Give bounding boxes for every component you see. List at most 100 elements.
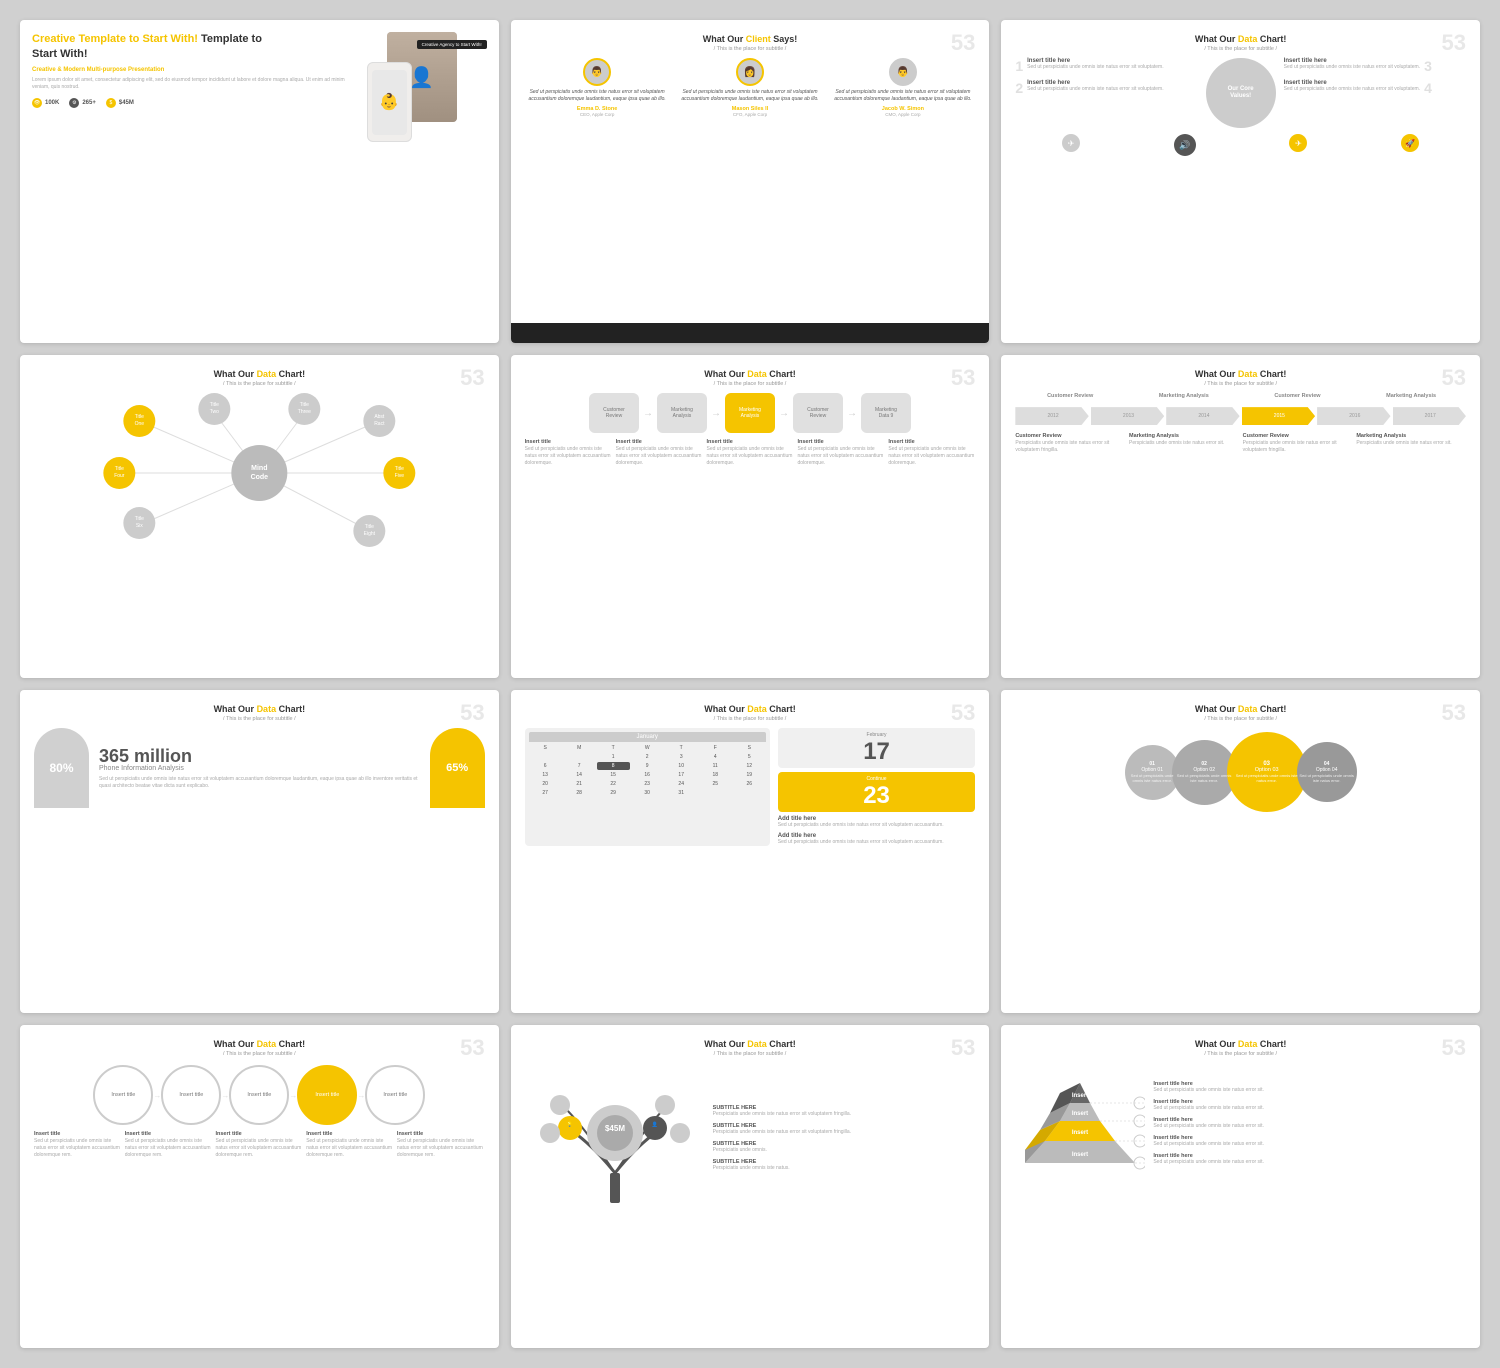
cta-button[interactable]: Creative Agency to Start With!: [417, 40, 487, 49]
value-2-text: Insert title here Sed ut perspiciatis un…: [1027, 80, 1163, 93]
slide-process: 53 What Our Data Chart! / This is the pl…: [511, 355, 990, 678]
conn-arr-4: →: [357, 1091, 365, 1100]
slide-title: What Our Client Says!: [525, 34, 976, 44]
add-b1: Sed ut perspiciatis unde omnis iste natu…: [778, 822, 976, 829]
py-body-3: Sed ut perspiciatis unde omnis iste natu…: [1153, 1123, 1466, 1130]
stat-value-2: 265+: [82, 100, 96, 106]
tl-label-3: Customer Review: [1243, 393, 1353, 399]
pyramid-svg: Insert Insert Insert Insert: [1015, 1063, 1145, 1183]
cd-1: Insert title Sed ut perspiciatis unde om…: [34, 1131, 122, 1159]
val-body-2: Sed ut perspiciatis unde omnis iste natu…: [1027, 86, 1163, 93]
slide-subtitle-10: / This is the place for subtitle /: [34, 1051, 485, 1057]
svg-text:Two: Two: [210, 409, 219, 415]
py-body-5: Sed ut perspiciatis unde omnis iste natu…: [1153, 1159, 1466, 1166]
tn-desc-3: Perspiciatis unde omnis.: [713, 1147, 976, 1154]
right-values: Insert title here Sed ut perspiciatis un…: [1284, 58, 1466, 128]
opt-03-desc: Sed ut perspiciatis unde omnis iste natu…: [1227, 773, 1307, 783]
d-3: 3: [665, 753, 698, 761]
value-1-text: Insert title here Sed ut perspiciatis un…: [1027, 58, 1163, 71]
tree-node-1: SUBTITLE HERE Perspiciatis unde omnis is…: [713, 1105, 976, 1118]
slide-creative-template: Creative Template to Start With! Templat…: [20, 20, 499, 343]
svg-text:Six: Six: [136, 523, 143, 529]
svg-text:Three: Three: [298, 409, 311, 415]
bt-4: Marketing Analysis Perspiciatis unde omn…: [1356, 433, 1466, 454]
slide-title-6: What Our Data Chart!: [1015, 369, 1466, 379]
conn-c-2: Insert title: [161, 1065, 221, 1125]
slide-options: 53 What Our Data Chart! / This is the pl…: [1001, 690, 1480, 1013]
circle-descriptions: Insert title Sed ut perspiciatis unde om…: [34, 1131, 485, 1159]
day-t1: T: [597, 744, 630, 752]
slide-number-10: 53: [460, 1035, 484, 1061]
cal-grid: S M T W T F S 1 2 3 4 5 6 7 8: [529, 744, 766, 797]
proc-4: CustomerReview: [793, 393, 843, 433]
slide-main-title: Creative Template to Start With! Templat…: [32, 32, 349, 63]
bt-3: Customer Review Perspiciatis unde omnis …: [1243, 433, 1353, 454]
d-7: 7: [563, 762, 596, 770]
proc-3: MarketingAnalysis: [725, 393, 775, 433]
testimonial-1: 👨 Sed ut perspiciatis unde omnis iste na…: [525, 58, 670, 117]
d-5: 5: [733, 753, 766, 761]
svg-text:Title: Title: [210, 402, 219, 408]
slide-calendar: 53 What Our Data Chart! / This is the pl…: [511, 690, 990, 1013]
stat-2: ⚙ 265+: [69, 98, 96, 108]
pct-1: 80%: [49, 761, 73, 775]
slide-title-7: What Our Data Chart!: [34, 704, 485, 714]
stat-value-1: 100K: [45, 100, 59, 106]
slide-title-5: What Our Data Chart!: [525, 369, 976, 379]
cd-2: Insert title Sed ut perspiciatis unde om…: [125, 1131, 213, 1159]
svg-text:👤: 👤: [652, 1121, 658, 1128]
quote-3: Sed ut perspiciatis unde omnis iste natu…: [830, 89, 975, 103]
slide-subtitle-5: / This is the place for subtitle /: [525, 381, 976, 387]
slide-subtitle-7: / This is the place for subtitle /: [34, 716, 485, 722]
tree-layout: $45M 💡 👤 SUBTITLE HERE Perspiciatis unde…: [525, 1063, 976, 1213]
stat-3: $ $45M: [106, 98, 134, 108]
tl-label-1: Customer Review: [1015, 393, 1125, 399]
cd-title-2: Insert title: [125, 1131, 213, 1137]
proc-desc-4: Insert title Sed ut perspiciatis unde om…: [797, 439, 884, 467]
val-body-3: Sed ut perspiciatis unde omnis iste natu…: [1284, 64, 1420, 71]
pd-title-5: Insert title: [888, 439, 975, 445]
proc-arrow-4: →: [847, 408, 857, 419]
slide-mind-map: 53 What Our Data Chart! / This is the pl…: [20, 355, 499, 678]
proc-desc-1: Insert title Sed ut perspiciatis unde om…: [525, 439, 612, 467]
bt-title-3: Customer Review: [1243, 433, 1353, 439]
d-8-highlight: 8: [597, 762, 630, 770]
slide-subtitle-12: / This is the place for subtitle /: [1015, 1051, 1466, 1057]
calendar-layout: January S M T W T F S 1 2 3 4 5 6: [525, 728, 976, 846]
slide-number-8: 53: [951, 700, 975, 726]
d-9: 9: [631, 762, 664, 770]
cal-month-header: January: [529, 732, 766, 742]
author-title-1: CEO, Apple Corp: [525, 112, 670, 117]
icon-3: ✈: [1289, 134, 1307, 152]
opt-04-desc: Sed ut perspiciatis unde omnis iste natu…: [1297, 773, 1357, 783]
day-w: W: [631, 744, 664, 752]
avatar-3: 👨: [889, 58, 917, 86]
cd-4: Insert title Sed ut perspiciatis unde om…: [306, 1131, 394, 1159]
slide-sub: Creative & Modern Multi-purpose Presenta…: [32, 67, 349, 73]
day-f: F: [699, 744, 732, 752]
slide-title-11: What Our Data Chart!: [525, 1039, 976, 1049]
tn-desc-4: Perspiciatis unde omnis iste natus.: [713, 1165, 976, 1172]
slide-phone-stats: 53 What Our Data Chart! / This is the pl…: [20, 690, 499, 1013]
icon-4: 🚀: [1401, 134, 1419, 152]
arrow-5: 2016: [1317, 407, 1390, 425]
cd-body-5: Sed ut perspiciatis unde omnis iste natu…: [397, 1138, 485, 1159]
big-stat-number: 365 million: [99, 747, 420, 765]
tree-text: SUBTITLE HERE Perspiciatis unde omnis is…: [713, 1063, 976, 1213]
stat-icon-2: ⚙: [69, 98, 79, 108]
slide-body: Lorem ipsum dolor sit amet, consectetur …: [32, 77, 349, 92]
pd-body-5: Sed ut perspiciatis unde omnis iste natu…: [888, 446, 975, 467]
svg-text:Mind: Mind: [251, 465, 267, 472]
icon-row: ✈ 🔊 ✈ 🚀: [1015, 134, 1466, 156]
svg-text:Title: Title: [115, 466, 124, 472]
d-1: 1: [597, 753, 630, 761]
d-28: 28: [563, 789, 596, 797]
icon-1: ✈: [1062, 134, 1080, 152]
svg-text:Insert: Insert: [1072, 1093, 1088, 1099]
slide-core-values: 53 What Our Data Chart! / This is the pl…: [1001, 20, 1480, 343]
svg-text:💡: 💡: [567, 1121, 573, 1128]
arrow-6: 2017: [1393, 407, 1466, 425]
options-circles-row: 01 Option 01 Sed ut perspiciatis unde om…: [1015, 732, 1466, 812]
d-10: 10: [665, 762, 698, 770]
conn-arr-2: →: [221, 1091, 229, 1100]
